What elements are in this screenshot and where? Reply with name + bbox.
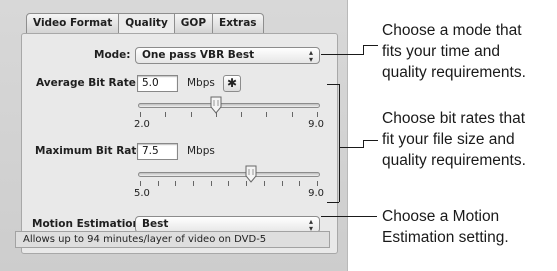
slider-max-label: 9.0 (308, 188, 324, 199)
bitrate-bracket (339, 84, 340, 202)
callout-line: Choose a mode that (382, 22, 522, 39)
slider-thumb-icon[interactable] (245, 165, 257, 183)
slider-tick (193, 181, 195, 186)
mode-label: Mode: (94, 49, 131, 61)
slider-min-label: 2.0 (134, 119, 150, 130)
bitrate-leader-line (339, 147, 363, 148)
info-text: Allows up to 94 minutes/layer of video o… (15, 231, 330, 248)
tab-video-format[interactable]: Video Format (26, 13, 120, 34)
compressor-quality-panel: Video Format Quality GOP Extras Mode: On… (0, 0, 348, 271)
slider-tick (140, 112, 141, 117)
callout-motion: Choose a Motion Estimation setting. (382, 206, 509, 248)
slider-tick (190, 112, 192, 117)
slider-tick (299, 181, 301, 186)
callout-line: Choose a Motion (382, 208, 500, 225)
tab-bar: Video Format Quality GOP Extras (26, 13, 264, 34)
callout-line: quality requirements. (382, 64, 526, 81)
bitrate-bracket (327, 84, 339, 85)
mode-leader-line (363, 45, 364, 55)
tab-gop[interactable]: GOP (174, 13, 214, 34)
slider-max-label: 9.0 (308, 119, 324, 130)
slider-tick (157, 181, 159, 186)
average-bit-rate-unit: Mbps (187, 77, 215, 89)
maximum-bit-rate-label: Maximum Bit Rate: (35, 145, 148, 157)
slider-tick (175, 181, 177, 186)
slider-tick (316, 181, 318, 186)
callout-line: quality requirements. (382, 152, 526, 169)
callout-line: fits your time and (382, 43, 501, 60)
callout-mode: Choose a mode that fits your time and qu… (382, 20, 526, 83)
callout-line: Estimation setting. (382, 229, 509, 246)
mode-leader-line (363, 45, 378, 46)
slider-tick (241, 112, 243, 117)
slider-min-label: 5.0 (134, 188, 150, 199)
motion-estimation-value: Best (142, 218, 169, 230)
bitrate-bracket (327, 202, 339, 203)
tab-quality[interactable]: Quality (119, 13, 175, 34)
average-bit-rate-label: Average Bit Rate: (36, 77, 141, 89)
maximum-bit-rate-slider[interactable]: 5.0 9.0 (134, 165, 324, 199)
popup-arrows-icon: ▴ ▾ (308, 48, 313, 64)
motion-leader-line (321, 216, 377, 217)
slider-tick (140, 181, 141, 186)
slider-tick (281, 181, 283, 186)
slider-tick (291, 112, 293, 117)
slider-track (138, 103, 320, 108)
mode-popup-value: One pass VBR Best (142, 49, 255, 61)
mode-leader-line (321, 54, 363, 55)
callout-line: fit your file size and (382, 131, 515, 148)
slider-tick (316, 112, 318, 117)
bitrate-leader-line (363, 140, 378, 141)
settings-button[interactable]: ✱ (223, 75, 241, 92)
slider-ticks (140, 112, 318, 118)
quality-tab-content: Mode: One pass VBR Best ▴ ▾ Average Bit R… (21, 33, 338, 254)
average-bit-rate-slider[interactable]: 2.0 9.0 (134, 96, 324, 130)
callout-line: Choose bit rates that (382, 110, 526, 127)
mode-popup[interactable]: One pass VBR Best ▴ ▾ (135, 47, 320, 64)
slider-tick (210, 181, 212, 186)
callout-bitrate: Choose bit rates that fit your file size… (382, 108, 526, 171)
slider-thumb-icon[interactable] (210, 96, 222, 114)
slider-ticks (140, 181, 318, 187)
slider-tick (165, 112, 167, 117)
motion-estimation-label: Motion Estimation: (32, 218, 145, 230)
tab-extras[interactable]: Extras (213, 13, 264, 34)
slider-tick (266, 112, 268, 117)
bitrate-leader-line (363, 140, 364, 148)
average-bit-rate-field[interactable]: 5.0 (137, 75, 178, 92)
popup-arrows-icon: ▴ ▾ (308, 217, 313, 233)
slider-tick (228, 181, 230, 186)
maximum-bit-rate-field[interactable]: 7.5 (137, 143, 178, 160)
slider-tick (263, 181, 265, 186)
gear-icon: ✱ (226, 76, 238, 90)
slider-track (138, 172, 320, 177)
maximum-bit-rate-unit: Mbps (187, 145, 215, 157)
